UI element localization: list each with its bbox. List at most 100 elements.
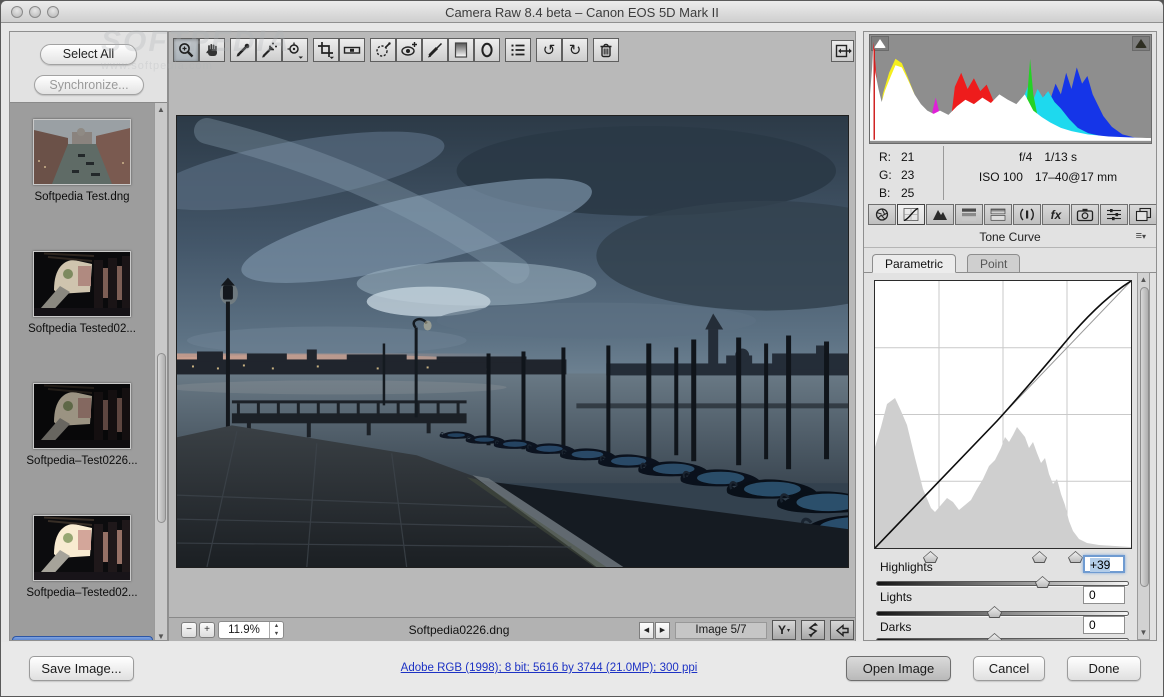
thumbnail-item[interactable]: Softpedia–Tested02... <box>10 499 154 631</box>
scroll-down-icon[interactable]: ▼ <box>155 630 167 641</box>
color-sampler-tool[interactable] <box>256 38 282 62</box>
b-value: 25 <box>901 186 914 200</box>
lights-slider-label: Lights <box>880 590 912 604</box>
save-image-button[interactable]: Save Image... <box>29 656 134 681</box>
r-value: 21 <box>901 150 914 164</box>
red-eye-removal-tool[interactable] <box>396 38 422 62</box>
darks-slider-label: Darks <box>880 620 911 634</box>
darks-slider-handle[interactable] <box>987 633 1002 641</box>
preview-pane: ↺ ↻ <box>168 31 856 641</box>
tab-parametric[interactable]: Parametric <box>872 254 956 273</box>
thumbnail-label: Softpedia–Test0226... <box>10 455 154 467</box>
scroll-up-icon[interactable]: ▲ <box>155 103 167 116</box>
tone-curve-panel-icon[interactable] <box>897 204 925 225</box>
crop-tool[interactable] <box>313 38 339 62</box>
cancel-button[interactable]: Cancel <box>973 656 1045 681</box>
previous-image-button[interactable]: ◀ <box>639 622 654 639</box>
highlights-slider-handle[interactable] <box>1035 576 1050 588</box>
camera-calibration-panel-icon[interactable] <box>1071 204 1099 225</box>
image-position-indicator: Image 5/7 <box>675 622 767 639</box>
zoom-stepper[interactable]: ▲▼ <box>269 622 283 638</box>
filmstrip: Softpedia Test.dng Softpedia Tested02...… <box>10 102 167 641</box>
zoom-out-button[interactable]: − <box>181 622 197 638</box>
camera-raw-window: Camera Raw 8.4 beta – Canon EOS 5D Mark … <box>0 0 1164 697</box>
preview-canvas[interactable] <box>176 115 849 568</box>
hand-tool[interactable] <box>199 38 225 62</box>
white-balance-tool[interactable] <box>230 38 256 62</box>
highlights-split-handle[interactable] <box>1068 551 1083 563</box>
split-toning-panel-icon[interactable] <box>984 204 1012 225</box>
open-image-button[interactable]: Open Image <box>846 656 951 681</box>
filmstrip-sidebar: Select All Synchronize... Softp <box>9 31 168 641</box>
scroll-up-icon[interactable]: ▲ <box>1138 273 1149 286</box>
exposure-info: R:21 G:23 B:25 f/4 1/13 s ISO 100 17–40@17… <box>869 146 1152 202</box>
thumbnail-label: Softpedia–Tested02... <box>10 587 154 599</box>
selected-thumbnail-partial[interactable] <box>12 636 153 641</box>
adjustment-brush-tool[interactable] <box>422 38 448 62</box>
copy-settings-button[interactable] <box>830 620 854 640</box>
highlights-value-field[interactable]: +39 <box>1083 555 1125 573</box>
lights-slider-handle[interactable] <box>987 606 1002 618</box>
thumbnail-image[interactable] <box>33 119 131 185</box>
scroll-down-icon[interactable]: ▼ <box>1138 626 1149 639</box>
thumbnail-image[interactable] <box>33 251 131 317</box>
lens: 17–40@17 mm <box>1035 170 1117 184</box>
spot-removal-tool[interactable] <box>370 38 396 62</box>
rotate-left-tool[interactable]: ↺ <box>536 38 562 62</box>
preferences-tool[interactable] <box>505 38 531 62</box>
thumbnail-label: Softpedia Tested02... <box>10 323 154 335</box>
thumbnail-image[interactable] <box>33 383 131 449</box>
effects-panel-icon[interactable]: fx <box>1042 204 1070 225</box>
g-value: 23 <box>901 168 914 182</box>
dialog-footer: Save Image... Adobe RGB (1998); 8 bit; 5… <box>1 642 1163 697</box>
before-after-view-button[interactable]: Y▾ <box>772 620 796 640</box>
workflow-options-link[interactable]: Adobe RGB (1998); 8 bit; 5616 by 3744 (2… <box>339 662 759 674</box>
tone-curve-editor[interactable] <box>874 280 1132 549</box>
shutter: 1/13 s <box>1044 150 1077 164</box>
detail-panel-icon[interactable] <box>926 204 954 225</box>
scrollbar-thumb[interactable] <box>157 353 166 523</box>
thumbnail-label: Softpedia Test.dng <box>10 191 154 203</box>
presets-panel-icon[interactable] <box>1100 204 1128 225</box>
panel-menu-icon[interactable]: ≡▾ <box>1136 230 1146 242</box>
tab-point[interactable]: Point <box>967 254 1020 273</box>
rgb-readout: R:21 G:23 B:25 <box>879 150 941 204</box>
histogram <box>869 34 1152 144</box>
swap-before-after-button[interactable] <box>801 620 825 640</box>
darks-value-field[interactable]: 0 <box>1083 616 1125 634</box>
snapshots-panel-icon[interactable] <box>1129 204 1157 225</box>
synchronize-button[interactable]: Synchronize... <box>34 75 144 95</box>
aperture: f/4 <box>1019 150 1032 164</box>
title-bar: Camera Raw 8.4 beta – Canon EOS 5D Mark … <box>1 1 1163 23</box>
straighten-tool[interactable] <box>339 38 365 62</box>
zoom-level-select[interactable]: 11.9% ▲▼ <box>218 621 284 639</box>
current-filename: Softpedia0226.dng <box>289 623 629 637</box>
toggle-fullscreen-button[interactable] <box>831 40 854 62</box>
select-all-button[interactable]: Select All <box>40 44 137 65</box>
basic-panel-icon[interactable] <box>868 204 896 225</box>
thumbnail-image[interactable] <box>33 515 131 581</box>
histogram-plot <box>870 35 1151 143</box>
iso: ISO 100 <box>979 170 1023 184</box>
lights-value-field[interactable]: 0 <box>1083 586 1125 604</box>
hsl-grayscale-panel-icon[interactable] <box>955 204 983 225</box>
filmstrip-scrollbar[interactable]: ▲ ▼ <box>154 103 167 641</box>
scrollbar-thumb[interactable] <box>1140 287 1149 587</box>
thumbnail-item[interactable]: Softpedia Tested02... <box>10 235 154 367</box>
delete-tool[interactable] <box>593 38 619 62</box>
done-button[interactable]: Done <box>1067 656 1141 681</box>
darks-slider-track[interactable] <box>876 638 1129 641</box>
targeted-adjustment-tool[interactable] <box>282 38 308 62</box>
radial-filter-tool[interactable] <box>474 38 500 62</box>
thumbnail-item[interactable]: Softpedia–Test0226... <box>10 367 154 499</box>
rotate-right-tool[interactable]: ↻ <box>562 38 588 62</box>
graduated-filter-tool[interactable] <box>448 38 474 62</box>
window-title: Camera Raw 8.4 beta – Canon EOS 5D Mark … <box>1 5 1163 20</box>
panel-scrollbar[interactable]: ▲ ▼ <box>1137 272 1150 640</box>
next-image-button[interactable]: ▶ <box>655 622 670 639</box>
zoom-tool[interactable] <box>173 38 199 62</box>
zoom-in-button[interactable]: + <box>199 622 215 638</box>
midtones-split-handle[interactable] <box>1032 551 1047 563</box>
lens-corrections-panel-icon[interactable] <box>1013 204 1041 225</box>
thumbnail-item[interactable]: Softpedia Test.dng <box>10 103 154 235</box>
